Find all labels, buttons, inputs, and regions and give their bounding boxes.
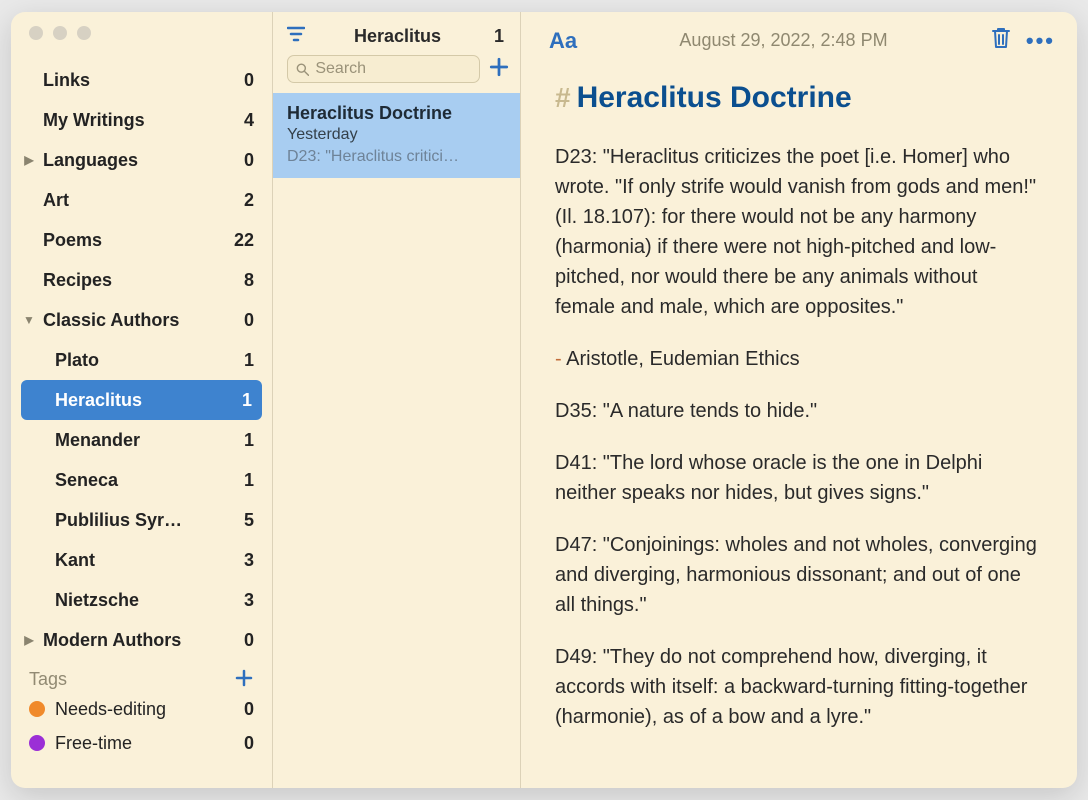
- tag-item-needs-editing[interactable]: Needs-editing0: [11, 692, 272, 726]
- sidebar-item-art[interactable]: Art2: [11, 180, 272, 220]
- note-paragraph: D41: "The lord whose oracle is the one i…: [555, 448, 1043, 508]
- sidebar-item-menander[interactable]: Menander1: [11, 420, 272, 460]
- tag-color-icon: [29, 701, 45, 717]
- minimize-window-button[interactable]: [53, 26, 67, 40]
- sidebar-item-count: 1: [232, 350, 254, 371]
- sidebar-item-label: Menander: [55, 430, 232, 451]
- sidebar-item-heraclitus[interactable]: Heraclitus1: [21, 380, 262, 420]
- sidebar-item-label: Seneca: [55, 470, 232, 491]
- note-paragraph: D49: "They do not comprehend how, diverg…: [555, 642, 1043, 732]
- chevron-right-icon[interactable]: ▶: [21, 153, 37, 167]
- sidebar-item-count: 0: [232, 630, 254, 651]
- sidebar-item-label: Plato: [55, 350, 232, 371]
- sidebar-item-count: 1: [232, 430, 254, 451]
- note-item-preview: D23: "Heraclitus critici…: [287, 148, 506, 166]
- search-icon: [296, 62, 309, 77]
- zoom-window-button[interactable]: [77, 26, 91, 40]
- bullet-dash-icon: -: [555, 348, 566, 370]
- sidebar-item-label: Art: [37, 190, 232, 211]
- heading-hash-icon: #: [555, 82, 571, 113]
- note-paragraph: - Aristotle, Eudemian Ethics: [555, 344, 1043, 374]
- sidebar: Links0My Writings4▶Languages0Art2Poems22…: [11, 12, 273, 788]
- tag-label: Free-time: [55, 733, 244, 754]
- add-note-button[interactable]: [488, 56, 510, 82]
- note-title-heading: #Heraclitus Doctrine: [555, 75, 1043, 120]
- sidebar-item-label: Links: [37, 70, 232, 91]
- filter-icon[interactable]: [287, 26, 305, 47]
- sidebar-item-count: 0: [232, 150, 254, 171]
- sidebar-item-label: Modern Authors: [37, 630, 232, 651]
- sidebar-item-kant[interactable]: Kant3: [11, 540, 272, 580]
- sidebar-item-count: 0: [232, 70, 254, 91]
- search-input[interactable]: [315, 60, 471, 78]
- sidebar-item-count: 1: [230, 390, 252, 411]
- sidebar-item-nietzsche[interactable]: Nietzsche3: [11, 580, 272, 620]
- plus-icon: [488, 56, 510, 78]
- sidebar-item-count: 2: [232, 190, 254, 211]
- tag-item-free-time[interactable]: Free-time0: [11, 726, 272, 760]
- chevron-down-icon[interactable]: ▼: [21, 313, 37, 327]
- sidebar-item-recipes[interactable]: Recipes8: [11, 260, 272, 300]
- sidebar-item-label: Kant: [55, 550, 232, 571]
- tag-count: 0: [244, 733, 254, 754]
- sidebar-item-links[interactable]: Links0: [11, 60, 272, 100]
- sidebar-item-count: 8: [232, 270, 254, 291]
- note-item-title: Heraclitus Doctrine: [287, 103, 506, 124]
- tag-color-icon: [29, 735, 45, 751]
- sidebar-item-label: Heraclitus: [55, 390, 230, 411]
- search-input-wrapper[interactable]: [287, 55, 480, 83]
- note-paragraph: D47: "Conjoinings: wholes and not wholes…: [555, 530, 1043, 620]
- sidebar-item-count: 4: [232, 110, 254, 131]
- sidebar-item-label: Languages: [37, 150, 232, 171]
- sidebar-item-classic-authors[interactable]: ▼Classic Authors0: [11, 300, 272, 340]
- note-title-text: Heraclitus Doctrine: [577, 81, 852, 114]
- window-controls: [29, 26, 91, 40]
- app-window: Links0My Writings4▶Languages0Art2Poems22…: [11, 12, 1077, 788]
- sidebar-item-label: My Writings: [37, 110, 232, 131]
- sidebar-item-publilius-syr-[interactable]: Publilius Syr…5: [11, 500, 272, 540]
- tags-header: Tags: [11, 660, 272, 692]
- note-date: August 29, 2022, 2:48 PM: [591, 30, 976, 51]
- sidebar-item-count: 3: [232, 590, 254, 611]
- note-list-item[interactable]: Heraclitus Doctrine Yesterday D23: "Heracl…: [273, 93, 520, 178]
- sidebar-item-label: Recipes: [37, 270, 232, 291]
- sidebar-item-seneca[interactable]: Seneca1: [11, 460, 272, 500]
- note-paragraph: D35: "A nature tends to hide.": [555, 396, 1043, 426]
- sidebar-item-my-writings[interactable]: My Writings4: [11, 100, 272, 140]
- sidebar-item-modern-authors[interactable]: ▶Modern Authors0: [11, 620, 272, 660]
- tag-count: 0: [244, 699, 254, 720]
- sidebar-item-plato[interactable]: Plato1: [11, 340, 272, 380]
- delete-note-button[interactable]: [990, 26, 1012, 55]
- note-paragraph: D23: "Heraclitus criticizes the poet [i.…: [555, 142, 1043, 322]
- editor-body[interactable]: #Heraclitus Doctrine D23: "Heraclitus cr…: [521, 61, 1077, 778]
- plus-icon: [234, 668, 254, 688]
- tag-label: Needs-editing: [55, 699, 244, 720]
- sidebar-item-count: 22: [232, 230, 254, 251]
- editor-pane: Aa August 29, 2022, 2:48 PM ••• #Heracli…: [521, 12, 1077, 788]
- sidebar-item-label: Poems: [37, 230, 232, 251]
- sidebar-item-count: 1: [232, 470, 254, 491]
- chevron-right-icon[interactable]: ▶: [21, 633, 37, 647]
- sidebar-item-label: Classic Authors: [37, 310, 232, 331]
- more-actions-button[interactable]: •••: [1026, 28, 1055, 54]
- sidebar-item-count: 5: [232, 510, 254, 531]
- tags-header-label: Tags: [29, 669, 67, 690]
- add-tag-button[interactable]: [234, 666, 254, 692]
- sidebar-item-label: Publilius Syr…: [55, 510, 232, 531]
- sidebar-item-label: Nietzsche: [55, 590, 232, 611]
- note-list-title: Heraclitus: [315, 26, 480, 47]
- sidebar-item-count: 0: [232, 310, 254, 331]
- text-style-button[interactable]: Aa: [549, 28, 577, 54]
- note-item-date: Yesterday: [287, 126, 506, 144]
- sidebar-item-count: 3: [232, 550, 254, 571]
- note-list-count: 1: [490, 26, 504, 47]
- trash-icon: [990, 26, 1012, 50]
- note-list-pane: Heraclitus 1 Heraclitus Doctrine Yesterda…: [273, 12, 521, 788]
- sidebar-item-poems[interactable]: Poems22: [11, 220, 272, 260]
- sidebar-item-languages[interactable]: ▶Languages0: [11, 140, 272, 180]
- close-window-button[interactable]: [29, 26, 43, 40]
